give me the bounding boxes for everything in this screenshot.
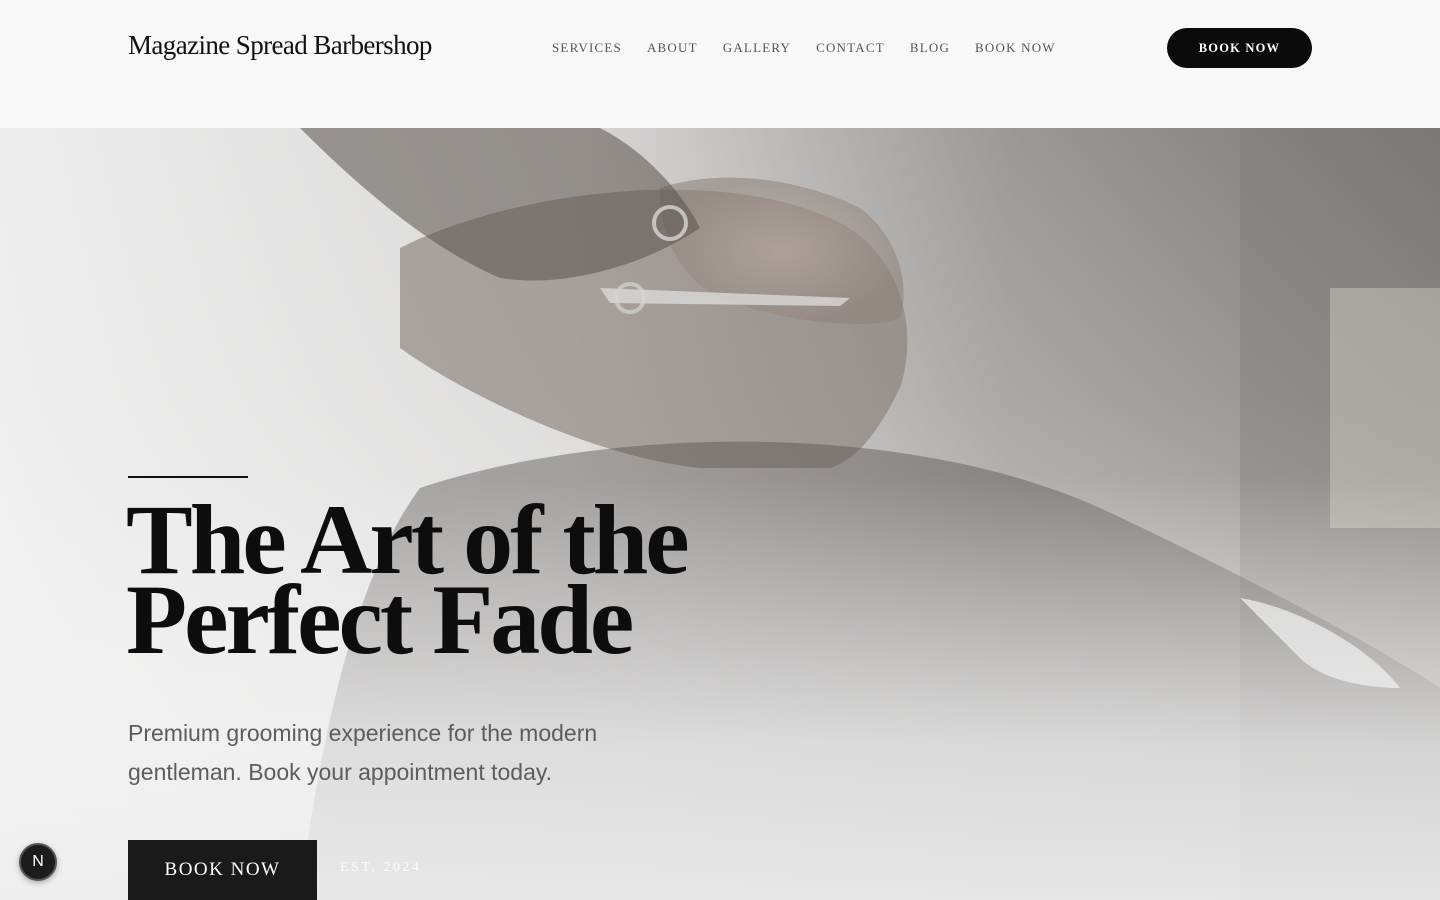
headline-rule xyxy=(128,476,248,478)
nav-blog[interactable]: BLOG xyxy=(910,40,950,56)
nav-about[interactable]: ABOUT xyxy=(647,40,698,56)
badge-letter: N xyxy=(32,853,44,870)
brand-logo[interactable]: Magazine Spread Barbershop xyxy=(128,30,432,61)
hero-headline-line-2: Perfect Fade xyxy=(126,564,634,675)
nav-services[interactable]: SERVICES xyxy=(552,40,622,56)
hero-book-now-button[interactable]: BOOK NOW xyxy=(128,840,317,900)
established-label: EST. 2024 xyxy=(340,860,422,875)
hero-headline: The Art of the Perfect Fade xyxy=(126,490,846,675)
nav-gallery[interactable]: GALLERY xyxy=(723,40,791,56)
site-header: Magazine Spread Barbershop SERVICES ABOU… xyxy=(0,0,1440,128)
nav-book-now[interactable]: BOOK NOW xyxy=(975,40,1056,56)
nav-contact[interactable]: CONTACT xyxy=(816,40,885,56)
main-nav: SERVICES ABOUT GALLERY CONTACT BLOG BOOK… xyxy=(552,40,1056,56)
header-book-now-button[interactable]: BOOK NOW xyxy=(1167,28,1312,68)
hero-subtitle: Premium grooming experience for the mode… xyxy=(128,720,598,785)
next-js-icon[interactable]: N xyxy=(19,843,57,881)
